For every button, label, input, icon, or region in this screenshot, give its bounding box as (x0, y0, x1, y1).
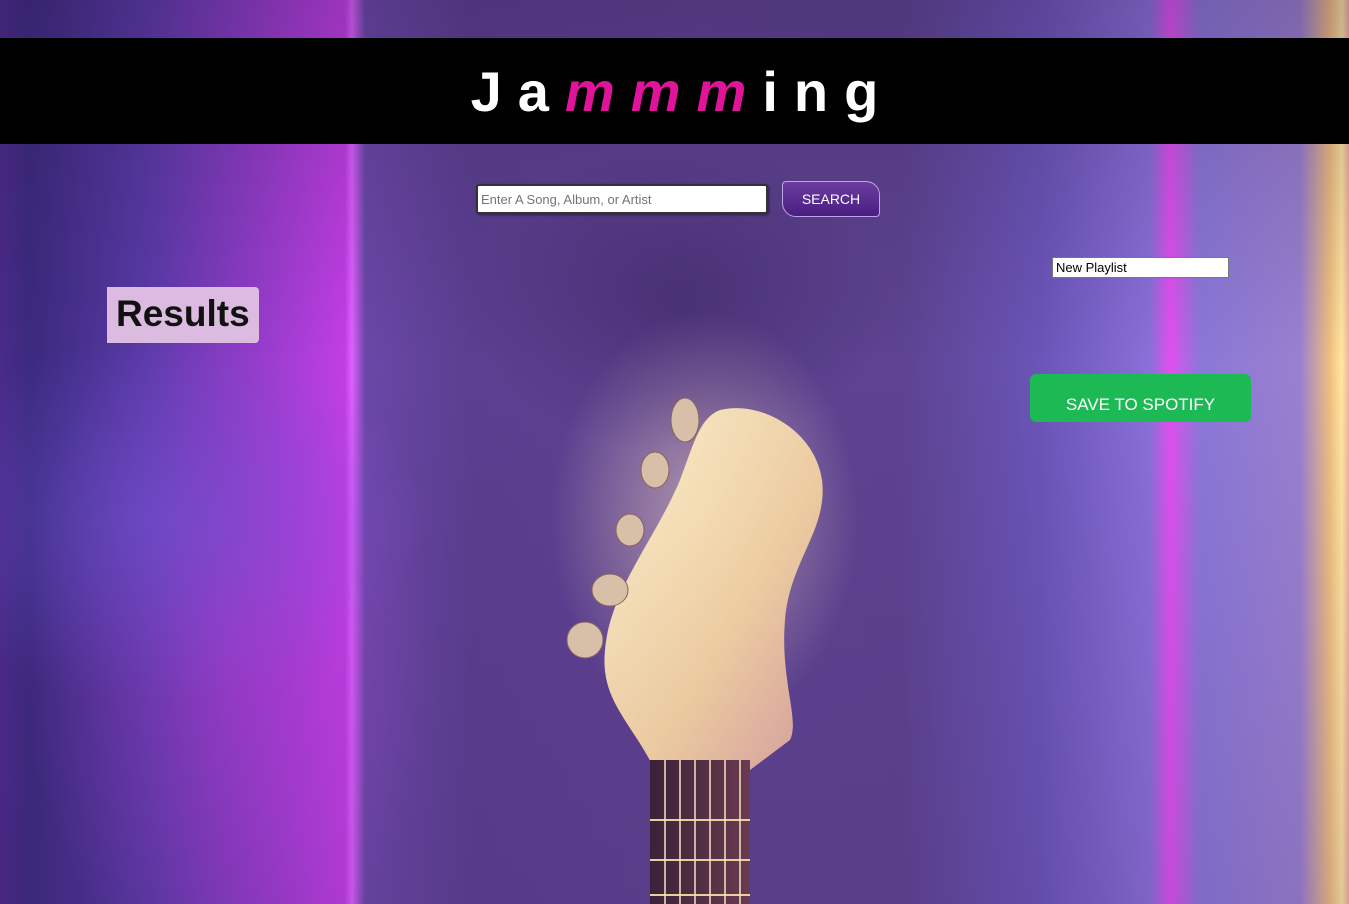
app-header: Jammming (0, 38, 1349, 144)
search-button[interactable]: SEARCH (782, 181, 880, 217)
guitar-background-image (566, 397, 823, 904)
playlist-name-input[interactable] (1052, 257, 1229, 278)
logo-suffix: ing (762, 59, 895, 123)
search-input[interactable] (476, 184, 768, 214)
search-bar: SEARCH (476, 181, 880, 217)
logo-accent: mmm (564, 59, 763, 123)
results-title: Results (107, 287, 259, 343)
save-to-spotify-button[interactable]: SAVE TO SPOTIFY (1030, 374, 1251, 422)
logo-prefix: Ja (470, 59, 565, 123)
app-logo: Jammming (471, 59, 895, 124)
